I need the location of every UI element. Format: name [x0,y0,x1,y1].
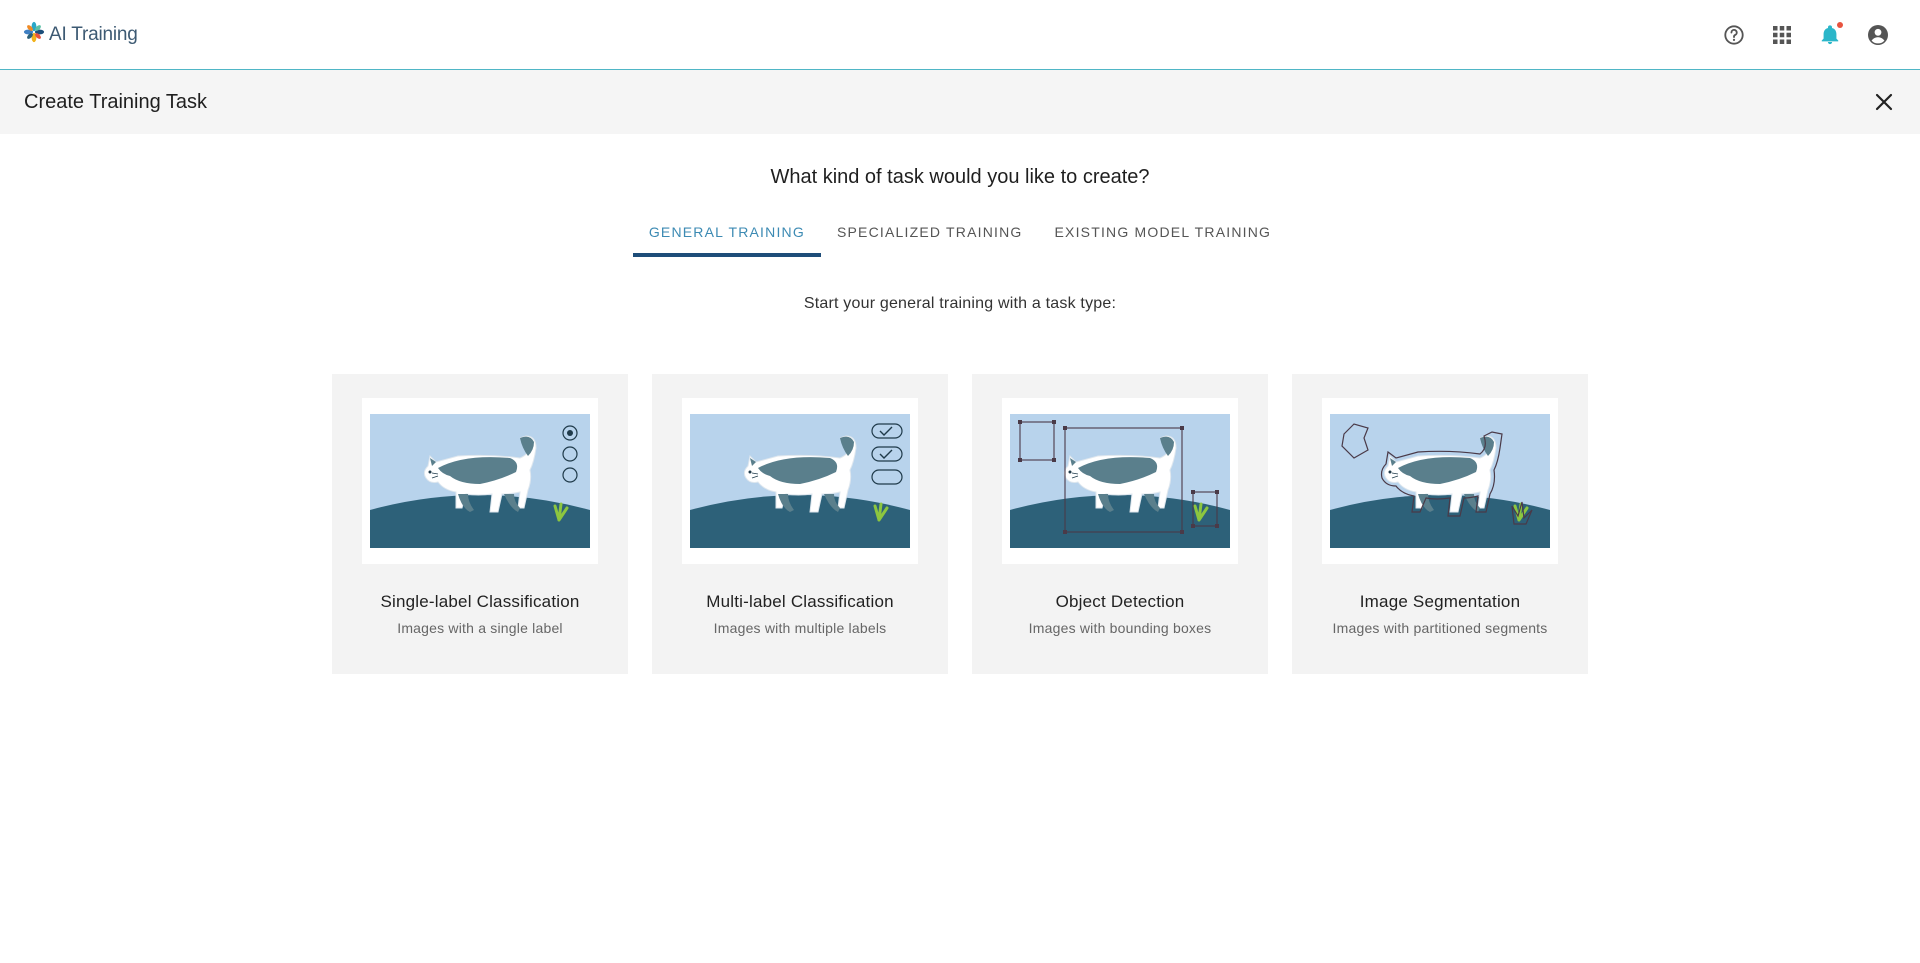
brand[interactable]: AI Training [23,21,138,48]
task-type-prompt: Start your general training with a task … [803,295,1117,312]
tab-specialized-training[interactable]: SPECIALIZED TRAINING [821,221,1039,257]
card-title: Object Detection [1055,592,1185,611]
card-object-detection[interactable]: Object Detection Images with bounding bo… [972,374,1268,674]
tab-general-training[interactable]: GENERAL TRAINING [632,221,822,257]
card-title: Multi-label Classification [706,592,894,611]
page-header: Create Training Task [0,70,1920,134]
app-name: AI Training [49,23,138,45]
image-segmentation-illustration [1322,398,1558,564]
page-title: Create Training Task [24,90,208,113]
card-single-label-classification[interactable]: Single-label Classification Images with … [332,374,628,674]
account-icon[interactable] [1866,23,1890,47]
card-description: Images with bounding boxes [1028,620,1212,636]
card-title: Image Segmentation [1359,592,1521,611]
notification-badge [1837,21,1843,28]
card-description: Images with multiple labels [713,620,887,636]
main-content: What kind of task would you like to crea… [0,166,1920,674]
logo-icon [23,21,45,48]
card-title: Single-label Classification [380,592,580,611]
card-multi-label-classification[interactable]: Multi-label Classification Images with m… [652,374,948,674]
object-detection-illustration [1002,398,1238,564]
single-label-illustration [362,398,598,564]
training-tabs: GENERAL TRAINING SPECIALIZED TRAINING EX… [0,221,1920,257]
task-question: What kind of task would you like to crea… [770,166,1150,188]
card-image-segmentation[interactable]: Image Segmentation Images with partition… [1292,374,1588,674]
card-description: Images with partitioned segments [1332,620,1548,636]
card-description: Images with a single label [397,620,563,636]
task-type-cards: Single-label Classification Images with … [0,374,1920,674]
tab-existing-model-training[interactable]: EXISTING MODEL TRAINING [1039,221,1288,257]
multi-label-illustration [682,398,918,564]
notification-bell-icon[interactable] [1818,21,1843,47]
apps-grid-icon[interactable] [1770,23,1794,47]
close-icon[interactable] [1872,90,1896,114]
help-icon[interactable] [1722,23,1746,47]
top-app-bar: AI Training [0,0,1920,70]
top-actions [1722,21,1890,47]
